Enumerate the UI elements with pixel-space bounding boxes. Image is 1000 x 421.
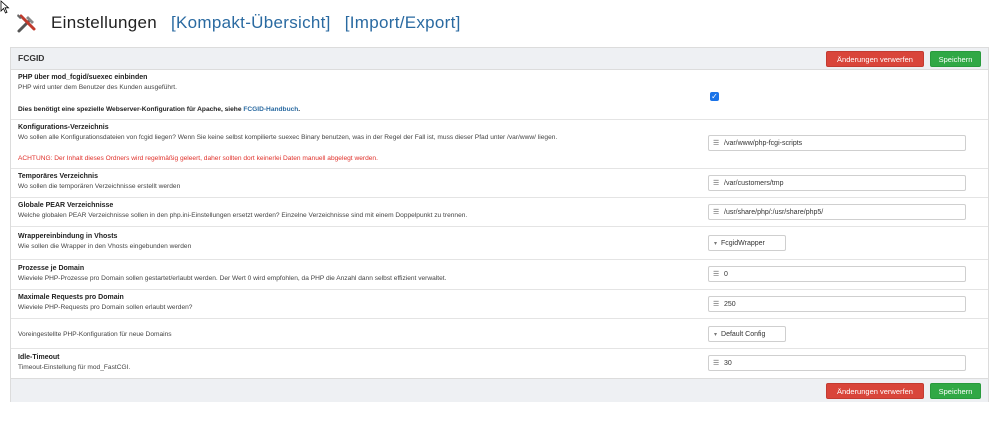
fcgid-manual-link[interactable]: FCGID-Handbuch [243,106,298,113]
tmp-dir-input[interactable]: ☰ /var/customers/tmp [708,175,966,191]
panel-footer: Änderungen verwerfen Speichern [11,378,988,402]
default-php-config-select[interactable]: ▾ Default Config [708,326,786,342]
setting-description: Timeout-Einstellung für mod_FastCGI. [18,364,131,371]
setting-label: Konfigurations-Verzeichnis [18,124,109,131]
setting-description: PHP wird unter dem Benutzer des Kunden a… [18,84,177,91]
panel-header: FCGID Änderungen verwerfen Speichern [11,48,988,70]
setting-row-fcgid-enable: PHP über mod_fcgid/suexec einbinden PHP … [11,70,988,120]
align-left-icon: ☰ [713,209,720,216]
fcgid-settings-panel: FCGID Änderungen verwerfen Speichern PHP… [10,47,989,402]
setting-row-max-requests: Maximale Requests pro Domain Wieviele PH… [11,290,988,319]
import-export-link[interactable]: [Import/Export] [345,13,461,33]
align-left-icon: ☰ [713,271,720,278]
wrapper-select[interactable]: ▾ FcgidWrapper [708,235,786,251]
setting-note: Dies benötigt eine spezielle Webserver-K… [18,106,301,113]
setting-row-idle-timeout: Idle-Timeout Timeout-Einstellung für mod… [11,349,988,378]
page-title: Einstellungen [51,13,157,32]
setting-description: Wieviele PHP-Prozesse pro Domain sollen … [18,275,447,282]
setting-label: Temporäres Verzeichnis [18,173,99,180]
processes-input[interactable]: ☰ 0 [708,266,966,282]
check-icon: ✓ [711,92,718,101]
setting-description: Wie sollen die Wrapper in den Vhosts ein… [18,243,192,250]
setting-description: Voreingestellte PHP-Konfiguration für ne… [18,331,172,338]
setting-row-config-dir: Konfigurations-Verzeichnis Wo sollen all… [11,120,988,169]
setting-label: Maximale Requests pro Domain [18,294,124,301]
setting-description: Welche globalen PEAR Verzeichnisse solle… [18,212,468,219]
idle-timeout-input[interactable]: ☰ 30 [708,355,966,371]
setting-row-wrapper: Wrappereinbindung in Vhosts Wie sollen d… [11,227,988,260]
setting-label: Wrappereinbindung in Vhosts [18,233,118,240]
setting-description: Wo sollen die temporären Verzeichnisse e… [18,183,181,190]
page-header: Einstellungen [Kompakt-Übersicht] [Impor… [15,9,461,37]
save-button[interactable]: Speichern [930,51,981,67]
chevron-down-icon: ▾ [714,331,718,338]
config-dir-input[interactable]: ☰ /var/www/php-fcgi-scripts [708,135,966,151]
discard-changes-button-bottom[interactable]: Änderungen verwerfen [826,383,924,399]
setting-row-pear-dirs: Globale PEAR Verzeichnisse Welche global… [11,198,988,227]
setting-warning: ACHTUNG: Der Inhalt dieses Ordners wird … [18,155,378,162]
mouse-cursor-icon [0,0,10,14]
pear-dirs-input[interactable]: ☰ /usr/share/php/:/usr/share/php5/ [708,204,966,220]
setting-label: Globale PEAR Verzeichnisse [18,202,114,209]
max-requests-input[interactable]: ☰ 250 [708,296,966,312]
tools-icon [17,14,36,33]
setting-row-default-php-config: Voreingestellte PHP-Konfiguration für ne… [11,319,988,349]
setting-label: Idle-Timeout [18,354,60,361]
setting-label: Prozesse je Domain [18,265,85,272]
panel-title: FCGID [18,53,45,63]
setting-row-processes: Prozesse je Domain Wieviele PHP-Prozesse… [11,260,988,290]
setting-label: PHP über mod_fcgid/suexec einbinden [18,74,148,81]
discard-changes-button[interactable]: Änderungen verwerfen [826,51,924,67]
save-button-bottom[interactable]: Speichern [930,383,981,399]
align-left-icon: ☰ [713,360,720,367]
compact-overview-link[interactable]: [Kompakt-Übersicht] [171,13,331,33]
fcgid-enable-checkbox[interactable]: ✓ [710,92,719,101]
setting-description: Wieviele PHP-Requests pro Domain sollen … [18,304,193,311]
align-left-icon: ☰ [713,140,720,147]
setting-row-tmp-dir: Temporäres Verzeichnis Wo sollen die tem… [11,169,988,198]
align-left-icon: ☰ [713,180,720,187]
setting-description: Wo sollen alle Konfigurationsdateien von… [18,134,558,141]
chevron-down-icon: ▾ [714,240,718,247]
align-left-icon: ☰ [713,301,720,308]
